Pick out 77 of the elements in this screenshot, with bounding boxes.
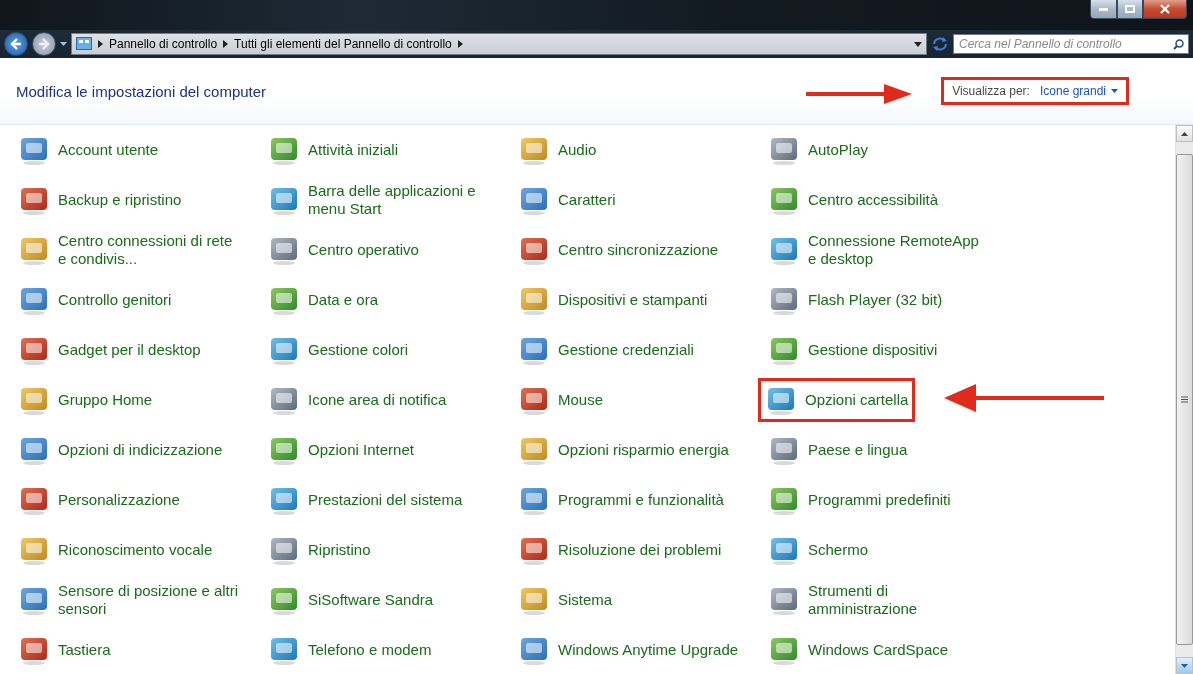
control-panel-item[interactable]: Opzioni Internet xyxy=(264,428,418,472)
forward-button[interactable] xyxy=(32,32,56,56)
control-panel-item[interactable]: Tastiera xyxy=(14,628,115,672)
control-panel-icon xyxy=(76,37,92,51)
down-arrow-icon xyxy=(1181,663,1188,668)
control-panel-item[interactable]: Caratteri xyxy=(514,178,620,222)
control-panel-item[interactable]: Personalizzazione xyxy=(14,478,184,522)
control-panel-item[interactable]: Attività iniziali xyxy=(264,128,403,172)
maximize-button[interactable] xyxy=(1117,0,1143,19)
dropdown-caret-icon[interactable] xyxy=(60,42,67,46)
view-by-label: Visualizza per: xyxy=(952,84,1030,98)
control-panel-item[interactable]: Programmi predefiniti xyxy=(764,478,955,522)
control-panel-item[interactable]: Opzioni cartella xyxy=(758,378,916,422)
control-panel-item[interactable]: Gestione credenziali xyxy=(514,328,698,372)
breadcrumb-arrow-icon[interactable] xyxy=(457,40,463,48)
control-panel-item[interactable]: Programmi e funzionalità xyxy=(514,478,728,522)
control-panel-item[interactable]: Risoluzione dei problemi xyxy=(514,528,726,572)
control-panel-item[interactable]: Mouse xyxy=(514,378,608,422)
dropdown-caret-icon xyxy=(1111,89,1118,93)
control-panel-item[interactable]: Centro accessibilità xyxy=(764,178,943,222)
close-icon xyxy=(1160,4,1170,14)
breadcrumb-arrow-icon[interactable] xyxy=(98,40,103,48)
control-panel-item[interactable]: Opzioni di indicizzazione xyxy=(14,428,227,472)
control-panel-item[interactable]: Gruppo Home xyxy=(14,378,157,422)
control-panel-item[interactable]: Riconoscimento vocale xyxy=(14,528,217,572)
control-panel-item[interactable]: Account utente xyxy=(14,128,163,172)
page-title: Modifica le impostazioni del computer xyxy=(16,82,267,100)
back-arrow-icon xyxy=(10,38,22,50)
control-panel-item[interactable]: Backup e ripristino xyxy=(14,178,186,222)
control-panel-item[interactable]: Sistema xyxy=(514,578,617,622)
control-panel-item[interactable]: Centro connessioni di rete e condivis... xyxy=(14,228,245,272)
minimize-icon xyxy=(1099,7,1108,11)
control-panel-item[interactable]: Flash Player (32 bit) xyxy=(764,278,947,322)
control-panel-item[interactable]: Windows CardSpace xyxy=(764,628,953,672)
control-panel-item[interactable]: Dispositivi e stampanti xyxy=(514,278,712,322)
control-panel-item[interactable]: Opzioni risparmio energia xyxy=(514,428,733,472)
control-panel-item[interactable]: Controllo genitori xyxy=(14,278,176,322)
control-panel-item[interactable]: SiSoftware Sandra xyxy=(264,578,438,622)
breadcrumb-link[interactable]: Tutti gli elementi del Pannello di controllo xyxy=(234,37,452,51)
breadcrumb-arrow-icon[interactable] xyxy=(223,40,229,48)
scroll-up-button[interactable] xyxy=(1176,125,1193,142)
control-panel-item[interactable]: Sensore di posizione e altri sensori xyxy=(14,578,245,622)
control-panel-item[interactable]: Paese e lingua xyxy=(764,428,912,472)
search-icon[interactable] xyxy=(1173,39,1184,50)
control-panel-item[interactable]: Gestione dispositivi xyxy=(764,328,942,372)
control-panel-item[interactable]: Icone area di notifica xyxy=(264,378,451,422)
dropdown-caret-icon[interactable] xyxy=(914,41,922,47)
control-panel-item[interactable]: Connessione RemoteApp e desktop xyxy=(764,228,995,272)
grip-icon xyxy=(1181,396,1188,403)
scrollbar[interactable] xyxy=(1175,125,1193,674)
control-panel-item[interactable]: Ripristino xyxy=(264,528,375,572)
control-panel-item[interactable]: Prestazioni del sistema xyxy=(264,478,467,522)
scroll-down-button[interactable] xyxy=(1176,657,1193,674)
control-panel-item[interactable]: Gadget per il desktop xyxy=(14,328,205,372)
minimize-button[interactable] xyxy=(1090,0,1117,19)
view-mode-dropdown[interactable]: Icone grandi xyxy=(1039,84,1118,98)
search-field[interactable]: Cerca nel Pannello di controllo xyxy=(953,34,1189,54)
control-panel-item[interactable]: Gestione colori xyxy=(264,328,413,372)
control-panel-item[interactable]: Data e ora xyxy=(264,278,383,322)
up-arrow-icon xyxy=(1181,131,1188,136)
control-panel-item[interactable]: Centro operativo xyxy=(264,228,423,272)
control-panel-item[interactable]: Telefono e modem xyxy=(264,628,436,672)
maximize-icon xyxy=(1125,5,1135,13)
close-button[interactable] xyxy=(1143,0,1187,19)
refresh-icon[interactable] xyxy=(931,35,949,53)
back-button[interactable] xyxy=(4,32,28,56)
control-panel-item[interactable]: AutoPlay xyxy=(764,128,873,172)
control-panel-item[interactable]: Schermo xyxy=(764,528,873,572)
control-panel-item[interactable]: Audio xyxy=(514,128,601,172)
control-panel-item[interactable]: Barra delle applicazioni e menu Start xyxy=(264,178,495,222)
control-panel-item[interactable]: Windows Anytime Upgrade xyxy=(514,628,743,672)
address-bar[interactable]: Pannello di controllo Tutti gli elementi del Pannello di controllo xyxy=(71,33,927,55)
control-panel-item[interactable]: Centro sincronizzazione xyxy=(514,228,723,272)
control-panel-item[interactable]: Strumenti di amministrazione xyxy=(764,578,995,622)
breadcrumb-link[interactable]: Pannello di controllo xyxy=(109,37,218,51)
forward-arrow-icon xyxy=(38,38,50,50)
scroll-thumb[interactable] xyxy=(1176,154,1193,645)
